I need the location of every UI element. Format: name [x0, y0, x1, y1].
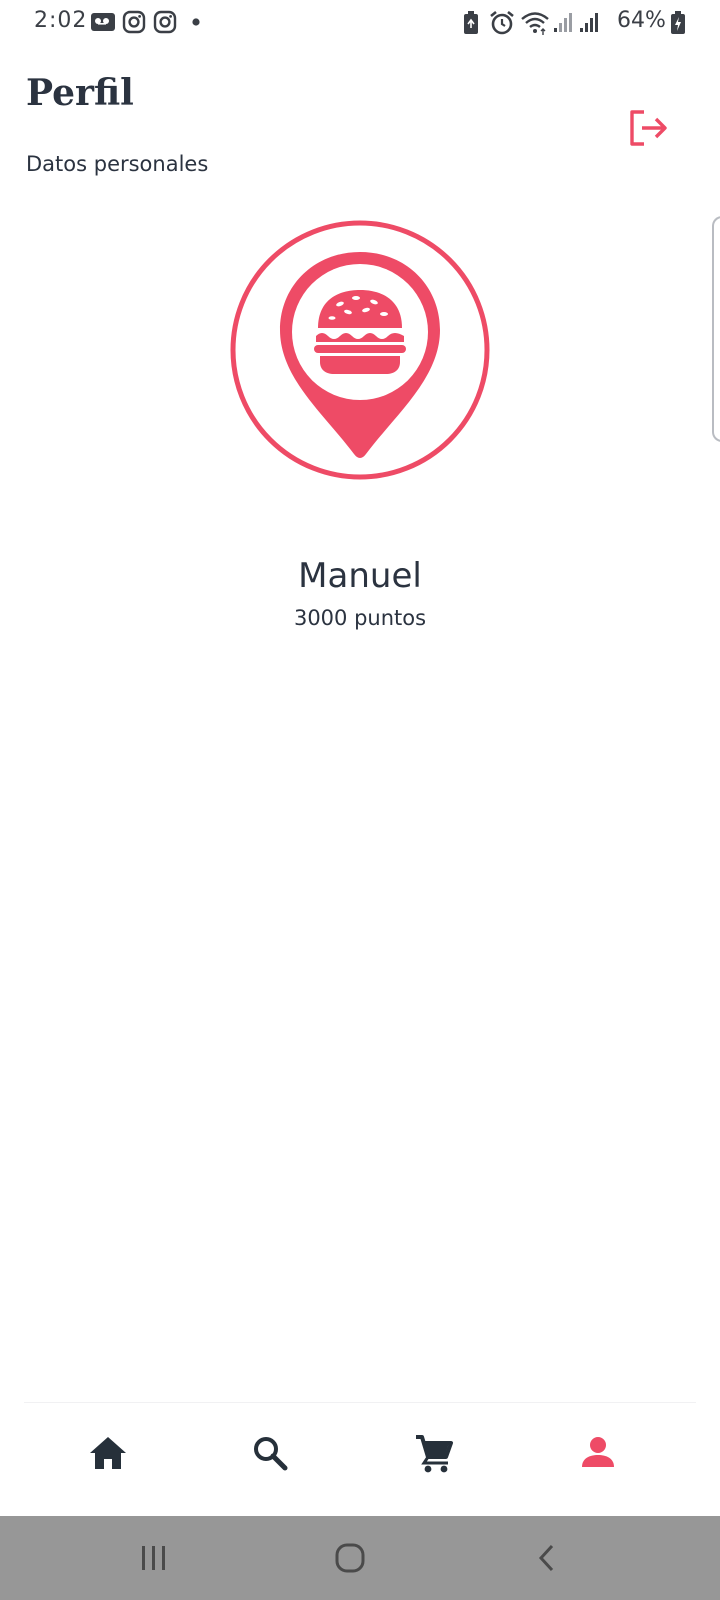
voicemail-icon	[91, 13, 115, 31]
instagram-icon	[122, 10, 146, 34]
nav-search[interactable]	[246, 1429, 294, 1477]
signal-icon	[580, 13, 598, 32]
home-button[interactable]	[330, 1538, 370, 1578]
battery-charging-icon	[671, 11, 685, 34]
battery-percent: 64%	[617, 8, 666, 33]
instagram-icon	[153, 10, 177, 34]
recent-apps-button[interactable]	[134, 1538, 174, 1578]
nav-cart[interactable]	[410, 1429, 458, 1477]
cart-icon	[416, 1435, 453, 1473]
nav-home[interactable]	[84, 1429, 132, 1477]
system-navigation-bar	[0, 1516, 720, 1600]
status-bar: 2:02 64%	[0, 0, 720, 46]
logout-button[interactable]	[626, 106, 670, 150]
back-button[interactable]	[528, 1538, 568, 1578]
search-icon	[254, 1437, 288, 1471]
nav-profile[interactable]	[574, 1429, 622, 1477]
wifi-icon	[521, 12, 549, 35]
page-subtitle: Datos personales	[26, 152, 209, 176]
status-time: 2:02	[34, 8, 88, 33]
recent-apps-icon	[142, 1546, 165, 1570]
bottom-navigation	[24, 1402, 696, 1514]
page-title: Perfil	[26, 72, 134, 114]
back-icon	[538, 1544, 554, 1572]
profile-points: 3000 puntos	[293, 606, 427, 630]
profile-name: Manuel	[298, 556, 422, 596]
person-icon	[582, 1437, 614, 1467]
notification-dot-icon	[192, 18, 200, 26]
alarm-icon	[490, 10, 514, 35]
home-button-icon	[335, 1543, 365, 1573]
burger-map-pin-icon	[230, 220, 490, 480]
edge-panel-handle[interactable]	[712, 216, 720, 442]
home-icon	[90, 1437, 126, 1469]
battery-saver-icon	[464, 11, 478, 34]
signal-icon	[554, 13, 572, 32]
logout-icon	[630, 110, 667, 146]
